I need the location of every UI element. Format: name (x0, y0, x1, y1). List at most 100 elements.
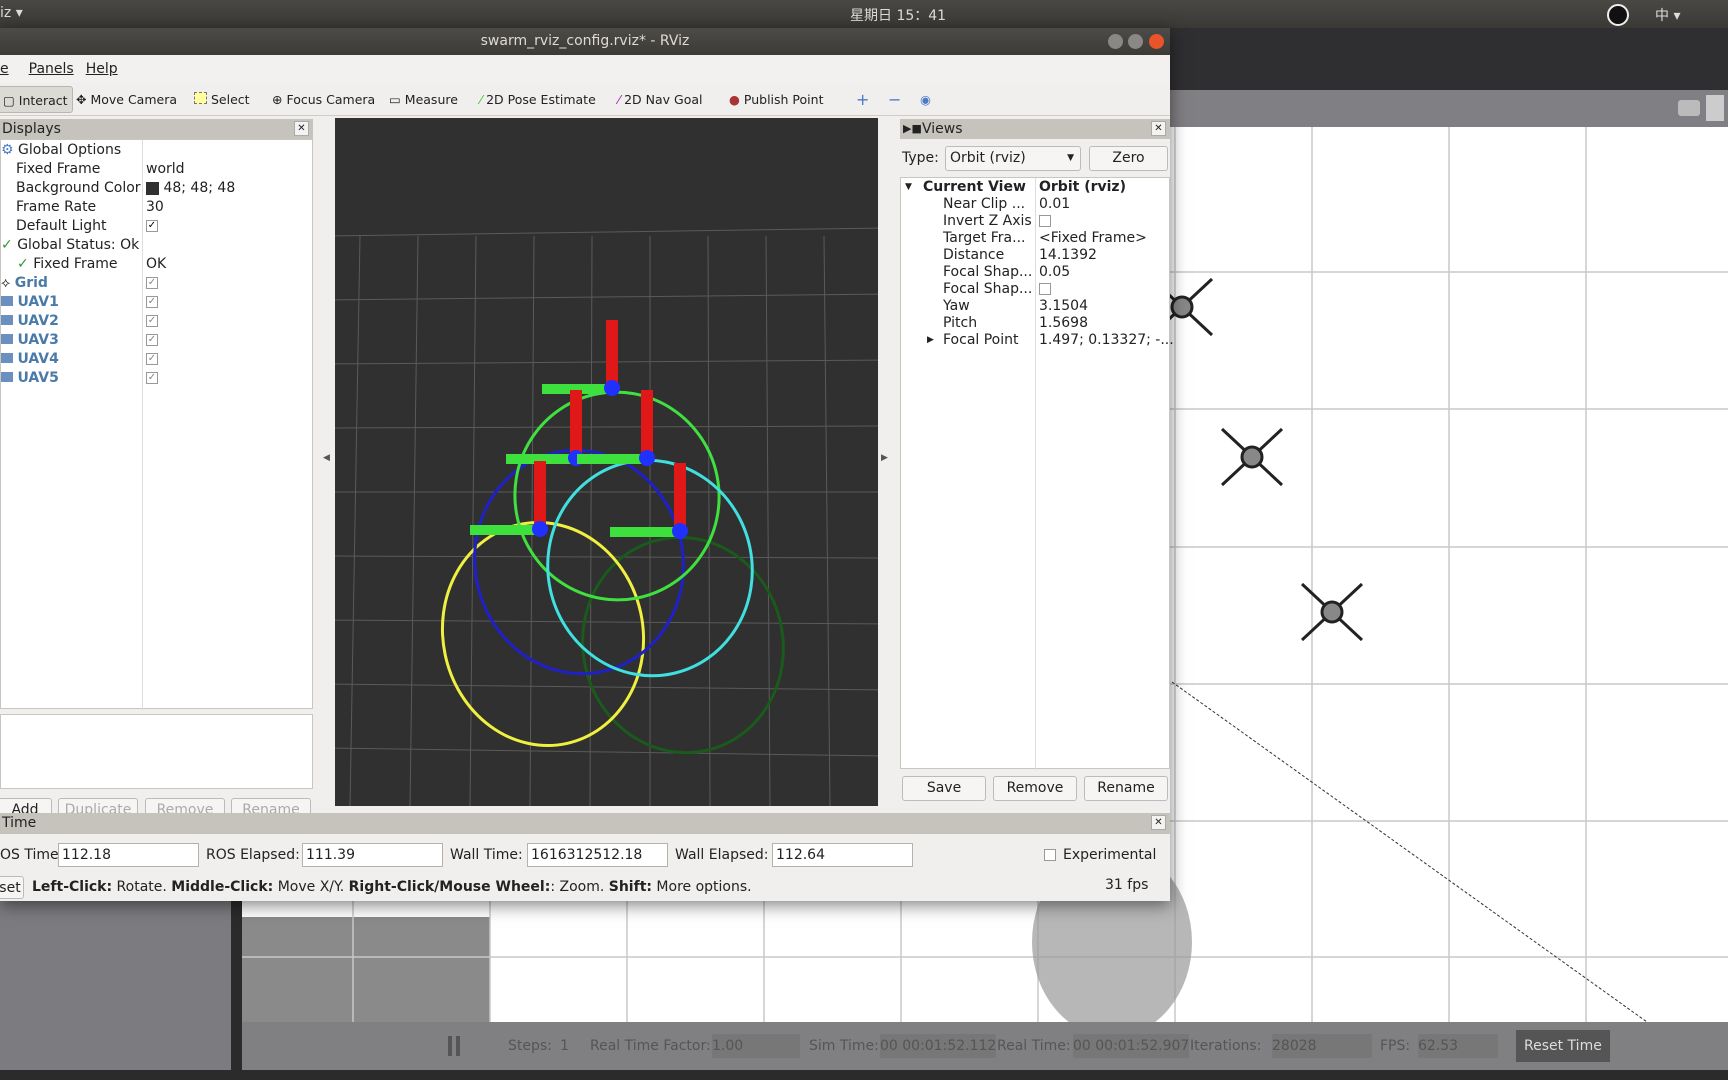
view-property-row[interactable]: Yaw 3.1504 (901, 298, 1169, 315)
ros-elapsed-field[interactable]: 111.39 (302, 843, 443, 867)
gazebo-statusbar: Steps: 1 Real Time Factor: 1.00 Sim Time… (242, 1022, 1728, 1070)
experimental-checkbox[interactable] (1044, 849, 1056, 861)
display-row[interactable]: UAV2 ✓ (1, 312, 311, 331)
enable-checkbox[interactable]: ✓ (146, 334, 158, 346)
display-row[interactable]: UAV5 ✓ (1, 369, 311, 388)
collapse-arrow-icon[interactable]: ▶ (927, 332, 934, 349)
view-property-row[interactable]: ▼ Current View Orbit (rviz) (901, 179, 1169, 196)
property-name: Current View (923, 179, 1026, 195)
2d-nav-goal-tool[interactable]: ⁄ 2D Nav Goal (614, 86, 706, 113)
displays-header: Displays ✕ (0, 119, 313, 139)
check-icon: ✓ (1, 237, 13, 253)
collapse-left-arrow[interactable]: ◀ (323, 453, 330, 463)
maximize-button[interactable] (1128, 34, 1143, 49)
uav-origin (672, 523, 688, 539)
remove-tool-icon[interactable]: − (884, 86, 905, 113)
folder-icon (1, 315, 13, 325)
close-panel-button[interactable]: ✕ (1151, 815, 1166, 830)
view-property-row[interactable]: Pitch 1.5698 (901, 315, 1169, 332)
view-property-row[interactable]: Invert Z Axis (901, 213, 1169, 230)
expand-arrow-icon[interactable]: ▼ (905, 179, 912, 196)
color-swatch[interactable] (146, 181, 159, 195)
publish-point-tool[interactable]: ● Publish Point (725, 86, 827, 113)
display-name: Background Color (16, 180, 141, 196)
reset-button[interactable]: set (0, 876, 24, 899)
display-row[interactable]: UAV3 ✓ (1, 331, 311, 350)
enable-checkbox[interactable]: ✓ (146, 220, 158, 232)
focus-camera-tool[interactable]: ⊕ Focus Camera (268, 86, 379, 113)
reset-time-button[interactable]: Reset Time (1516, 1030, 1610, 1062)
camera-icon[interactable] (1678, 100, 1700, 116)
zero-button[interactable]: Zero (1089, 146, 1168, 171)
display-row[interactable]: ✓ Global Status: Ok (1, 236, 311, 255)
tool-label: 2D Pose Estimate (486, 92, 596, 107)
rename-view-button[interactable]: Rename (1084, 776, 1168, 801)
save-view-button[interactable]: Save (902, 776, 986, 801)
view-property-row[interactable]: Distance 14.1392 (901, 247, 1169, 264)
rviz-window: swarm_rviz_config.rviz* - RViz e Panels He… (0, 28, 1174, 901)
display-value: 30 (146, 199, 164, 215)
grid-line (707, 235, 711, 807)
menu-bar: e Panels Help (0, 55, 1170, 83)
enable-checkbox[interactable]: ✓ (146, 277, 158, 289)
view-property-row[interactable]: Focal Shap... 0.05 (901, 264, 1169, 281)
wall-elapsed-field[interactable]: 112.64 (772, 843, 913, 867)
enable-checkbox[interactable]: ✓ (146, 372, 158, 384)
display-row[interactable]: ✓ Fixed Frame OK (1, 255, 311, 274)
minimize-button[interactable] (1108, 34, 1123, 49)
app-menu[interactable]: iz ▾ (0, 5, 23, 21)
obs-icon[interactable] (1607, 4, 1629, 26)
fps-value: 62.53 (1418, 1034, 1498, 1058)
display-value: OK (146, 256, 167, 272)
view-type-select[interactable]: Orbit (rviz) ▼ (945, 146, 1081, 171)
interact-tool[interactable]: ▢ Interact (0, 86, 73, 113)
enable-checkbox[interactable]: ✓ (146, 315, 158, 327)
property-value: <Fixed Frame> (1039, 230, 1147, 246)
enable-checkbox[interactable]: ✓ (146, 353, 158, 365)
uav-z-axis (641, 390, 653, 458)
menu-file[interactable]: e (0, 55, 9, 83)
clock[interactable]: 星期日 15：41 (850, 5, 946, 25)
close-panel-button[interactable]: ✕ (1151, 121, 1166, 136)
views-tree[interactable]: ▼ Current View Orbit (rviz) Near Clip ... 0.… (900, 177, 1174, 770)
display-row[interactable]: Background Color 48; 48; 48 (1, 179, 311, 198)
displays-tree[interactable]: ⚙ Global Options Fixed Frame world Backgrou… (0, 139, 313, 710)
collapse-right-arrow[interactable]: ▶ (881, 453, 888, 463)
measure-tool[interactable]: ▭ Measure (385, 86, 462, 113)
uav-x-axis (470, 525, 540, 535)
display-row[interactable]: Default Light ✓ (1, 217, 311, 236)
display-row[interactable]: ⟡ Grid ✓ (1, 274, 311, 293)
display-row[interactable]: Frame Rate 30 (1, 198, 311, 217)
remove-view-button[interactable]: Remove (993, 776, 1077, 801)
view-property-row[interactable]: Near Clip ... 0.01 (901, 196, 1169, 213)
menu-help[interactable]: Help (86, 55, 118, 83)
view-property-row[interactable]: Target Fra... <Fixed Frame> (901, 230, 1169, 247)
close-panel-button[interactable]: ✕ (294, 121, 309, 136)
display-row[interactable]: UAV4 ✓ (1, 350, 311, 369)
property-name: Focal Shap... (943, 281, 1033, 297)
wall-time-field[interactable]: 1616312512.18 (527, 843, 668, 867)
menu-panels[interactable]: Panels (29, 55, 74, 83)
display-row[interactable]: Fixed Frame world (1, 160, 311, 179)
eye-icon[interactable]: ◉ (916, 86, 935, 113)
view-property-row[interactable]: Focal Shap... (901, 281, 1169, 298)
enable-checkbox[interactable]: ✓ (146, 296, 158, 308)
property-checkbox[interactable] (1039, 215, 1051, 227)
log-icon[interactable] (1706, 95, 1724, 121)
display-row[interactable]: ⚙ Global Options (1, 141, 311, 160)
ros-time-field[interactable]: 112.18 (58, 843, 199, 867)
move-camera-tool[interactable]: ✥ Move Camera (72, 86, 181, 113)
uav-x-axis (577, 454, 647, 464)
property-checkbox[interactable] (1039, 283, 1051, 295)
view-property-row[interactable]: ▶ Focal Point 1.497; 0.13327; -... (901, 332, 1174, 349)
2d-pose-estimate-tool[interactable]: ⁄ 2D Pose Estimate (476, 86, 600, 113)
property-value: 0.05 (1039, 264, 1071, 280)
pause-button[interactable] (448, 1036, 460, 1056)
add-tool-icon[interactable]: + (852, 86, 873, 113)
input-method[interactable]: 中 ▾ (1655, 5, 1680, 25)
select-tool[interactable]: Select (190, 86, 254, 113)
display-row[interactable]: UAV1 ✓ (1, 293, 311, 312)
close-button[interactable] (1149, 34, 1164, 49)
steps-value[interactable]: 1 (560, 1034, 569, 1058)
rviz-3d-view[interactable] (324, 118, 891, 807)
